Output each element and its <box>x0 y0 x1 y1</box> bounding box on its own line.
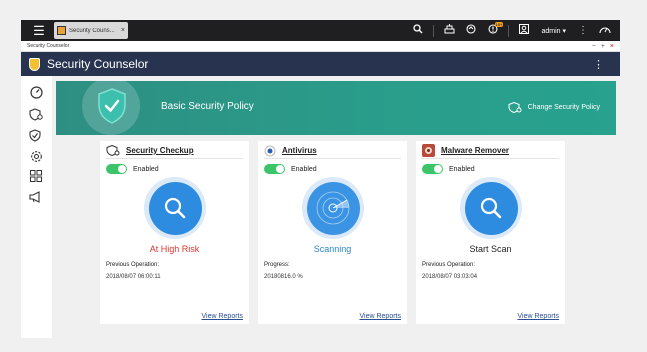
scan-button[interactable] <box>460 177 522 239</box>
app-more-options-icon[interactable]: ⋮ <box>593 58 604 71</box>
info-label: Previous Operation: <box>422 262 476 268</box>
divider <box>508 24 510 37</box>
toggle-label: Enabled <box>449 165 475 173</box>
shield-settings-icon <box>508 102 522 113</box>
search-icon[interactable] <box>407 24 429 37</box>
divider <box>433 24 435 37</box>
view-reports-link[interactable]: View Reports <box>359 313 401 320</box>
security-checkup-card: Security Checkup Enabled At High Risk Pr… <box>100 141 249 324</box>
shield-check-icon[interactable] <box>28 127 44 143</box>
os-taskbar: ☰ Security Couns... × 10+ admin ▾ ⋮ <box>21 20 620 41</box>
status-text[interactable]: Start Scan <box>416 244 565 254</box>
tasks-icon[interactable] <box>438 24 460 37</box>
status-text: At High Risk <box>149 244 200 254</box>
username: admin <box>541 27 561 35</box>
enabled-toggle[interactable] <box>264 164 285 174</box>
notification-badge: 10+ <box>494 22 504 27</box>
shield-settings-icon <box>106 144 120 156</box>
toggle-label: Enabled <box>133 165 159 173</box>
notification-icon[interactable]: 10+ <box>482 22 504 37</box>
change-policy-label: Change Security Policy <box>527 104 600 111</box>
app-tab-security-counselor[interactable]: Security Couns... × <box>54 22 128 39</box>
user-menu[interactable]: admin ▾ <box>541 27 566 35</box>
window-close-button[interactable]: × <box>610 43 614 50</box>
info-value: 20180816.0 % <box>264 274 303 280</box>
apps-icon[interactable] <box>28 168 44 184</box>
radar-icon <box>316 191 350 225</box>
maximize-button[interactable]: + <box>601 43 605 50</box>
gear-icon[interactable] <box>28 148 44 164</box>
info-value: 2018/08/07 03:03:04 <box>422 274 478 280</box>
megaphone-icon[interactable] <box>28 189 44 205</box>
status-text: Scanning <box>313 244 352 254</box>
card-title[interactable]: Security Checkup <box>126 146 194 155</box>
scan-progress-indicator <box>302 177 364 239</box>
antivirus-icon <box>264 145 276 156</box>
card-title[interactable]: Antivirus <box>282 146 317 155</box>
app-title: Security Counselor <box>47 57 149 71</box>
sync-icon[interactable] <box>460 24 482 37</box>
info-label: Progress: <box>264 262 290 268</box>
search-icon <box>480 197 502 219</box>
close-icon[interactable]: × <box>121 27 125 34</box>
sidebar <box>21 76 52 338</box>
main-content: Basic Security Policy Change Security Po… <box>52 76 620 338</box>
app-tab-icon <box>57 26 66 35</box>
info-label: Previous Operation: <box>106 262 160 268</box>
search-icon <box>164 197 186 219</box>
user-avatar-icon[interactable] <box>513 24 535 37</box>
policy-banner: Basic Security Policy Change Security Po… <box>56 77 616 135</box>
app-tab-label: Security Couns... <box>69 27 115 34</box>
more-options-icon[interactable]: ⋮ <box>572 25 594 36</box>
view-reports-link[interactable]: View Reports <box>201 313 243 320</box>
policy-title: Basic Security Policy <box>161 101 254 112</box>
shield-check-icon <box>98 88 126 124</box>
window-title: Security Counselor <box>27 43 70 49</box>
window-titlebar: Security Counselor − + × <box>21 41 620 52</box>
dashboard-gauge-icon[interactable] <box>594 24 616 37</box>
minimize-button[interactable]: − <box>592 43 596 50</box>
dashboard-icon[interactable] <box>28 84 44 100</box>
malware-remover-icon <box>422 144 435 157</box>
view-reports-link[interactable]: View Reports <box>517 313 559 320</box>
malware-remover-card: Malware Remover Enabled Start Scan Previ… <box>416 141 565 324</box>
main-menu-icon[interactable]: ☰ <box>30 20 48 41</box>
shield-settings-icon[interactable] <box>28 106 44 122</box>
change-policy-link[interactable]: Change Security Policy <box>508 102 600 113</box>
enabled-toggle[interactable] <box>422 164 443 174</box>
info-value: 2018/08/07 06:00:11 <box>106 274 161 280</box>
security-counselor-logo-icon <box>29 57 40 71</box>
scan-button[interactable] <box>144 177 206 239</box>
enabled-toggle[interactable] <box>106 164 127 174</box>
app-header: Security Counselor ⋮ <box>21 52 620 76</box>
card-title[interactable]: Malware Remover <box>441 146 509 155</box>
antivirus-card: Antivirus Enabled Scanning Progress: 201… <box>258 141 407 324</box>
toggle-label: Enabled <box>291 165 317 173</box>
